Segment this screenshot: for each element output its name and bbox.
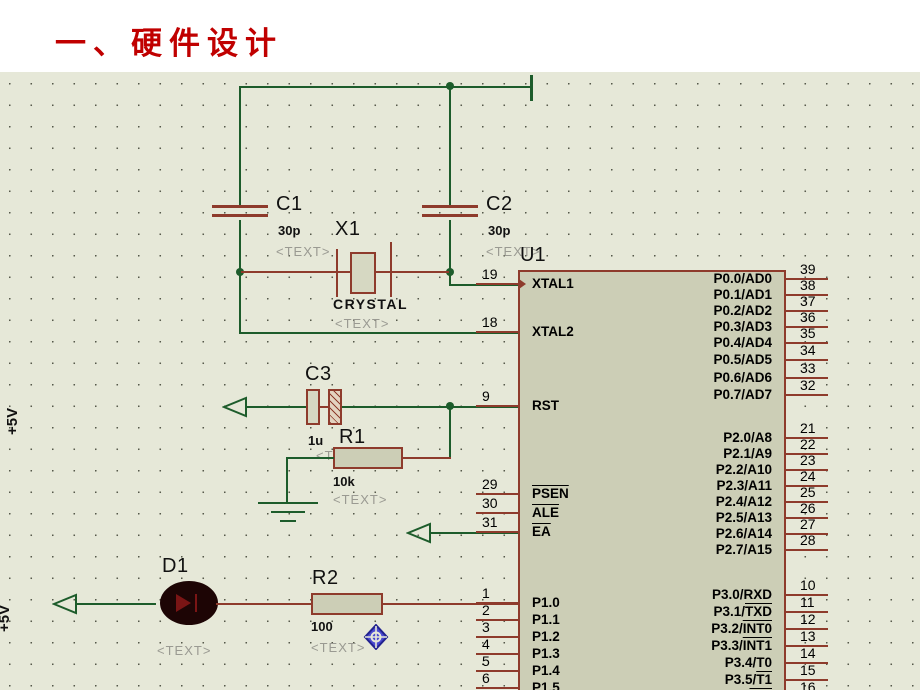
ic-pin-label-p25a13: P2.5/A13 (715, 510, 772, 525)
ic-pin-number-21: 21 (800, 420, 816, 436)
ic-pin-label-p27a15: P2.7/A15 (715, 542, 772, 557)
ic-pin-label-p04ad4: P0.4/AD4 (713, 335, 772, 350)
ic-pin-label-p26a14: P2.6/A14 (715, 526, 772, 541)
label-d1-reference: D1 (162, 555, 189, 577)
ic-pin-number-26: 26 (800, 500, 816, 516)
wire-top-terminal (450, 86, 530, 88)
ic-pin-label-p22a10: P2.2/A10 (715, 462, 772, 477)
ic-pin-label-p00ad0: P0.0/AD0 (713, 271, 772, 286)
ic-pin-number-15: 15 (800, 662, 816, 678)
c2-plate-top (422, 205, 478, 208)
ic-pin-label-p01ad1: P0.1/AD1 (713, 287, 772, 302)
ic-pin-number-35: 35 (800, 325, 816, 341)
ic-pin-number-27: 27 (800, 516, 816, 532)
ic-pin-label-p33int1: P3.3/INT1 (711, 638, 772, 653)
capacitor-c2[interactable] (422, 205, 478, 221)
ic-pin-number-16: 16 (800, 679, 816, 690)
schematic-canvas[interactable]: C1 30p <TEXT> C2 30p <TEXT> X1 CRYSTAL <… (0, 72, 920, 690)
ic-pin-number-14: 14 (800, 645, 816, 661)
ic-pin-label-p30rxd: P3.0/RXD (711, 587, 772, 602)
ic-pin-number-25: 25 (800, 484, 816, 500)
page-title: 一、硬件设计 (55, 26, 283, 62)
ic-pin-number-23: 23 (800, 452, 816, 468)
ic-reference-label: U1 (520, 244, 546, 266)
ic-pin-number-33: 33 (800, 360, 816, 376)
label-c2-value: 30p (488, 223, 511, 238)
wire-rst-supply (246, 406, 306, 408)
ic-pin-number-37: 37 (800, 293, 816, 309)
lead-c3-gap (318, 406, 330, 408)
ic-pin-number-24: 24 (800, 468, 816, 484)
ic-pin-label-p06ad6: P0.6/AD6 (713, 370, 772, 385)
ic-pin-label-p03ad3: P0.3/AD3 (713, 319, 772, 334)
ic-pin-stub-9 (476, 405, 518, 407)
slide-page: 一、硬件设计 C1 30p <TEXT> C2 30p <TEXT> X1 CR… (0, 0, 920, 690)
ic-pin-number-13: 13 (800, 628, 816, 644)
ic-pin-label-p21a9: P2.1/A9 (723, 446, 772, 461)
label-c1-value: 30p (278, 223, 301, 238)
wire-c3-to-node (342, 406, 452, 408)
power-terminal-bar-icon (530, 75, 533, 101)
label-c2-reference: C2 (486, 193, 513, 215)
ic-pin-number-11: 11 (800, 594, 815, 610)
ic-pin-number-32: 32 (800, 377, 816, 393)
label-r2-reference: R2 (312, 567, 339, 589)
c1-plate-bottom (212, 214, 268, 217)
wire-c2-top (449, 86, 451, 206)
ic-pin-number-12: 12 (800, 611, 816, 627)
ic-pin-label-p20a8: P2.0/A8 (723, 430, 772, 445)
ic-pin-number-34: 34 (800, 342, 816, 358)
ic-pin-stub-28 (786, 549, 828, 551)
ic-pin-number-22: 22 (800, 436, 816, 452)
ic-pin-label-p23a11: P2.3/A11 (716, 478, 772, 493)
label-x1-reference: X1 (335, 218, 361, 240)
ic-pin-label-p24a12: P2.4/A12 (715, 494, 772, 509)
slide-title-bar: 一、硬件设计 (0, 0, 920, 72)
ic-pin-label-p32int0: P3.2/INT0 (711, 621, 772, 636)
ic-pin-label-p05ad5: P0.5/AD5 (713, 352, 772, 367)
ic-pin-label-p07ad7: P0.7/AD7 (713, 387, 772, 402)
ic-pin-number-28: 28 (800, 532, 816, 548)
ic-pin-number-10: 10 (800, 577, 816, 593)
c1-plate-top (212, 205, 268, 208)
ic-pin-label-p02ad2: P0.2/AD2 (713, 303, 772, 318)
capacitor-c1[interactable] (212, 205, 268, 221)
ic-pin-label-p34t0: P3.4/T0 (724, 655, 772, 670)
label-c1-text: <TEXT> (276, 244, 331, 259)
ic-pin-number-39: 39 (800, 261, 816, 277)
ic-pin-label-p31txd: P3.1/TXD (713, 604, 772, 619)
c2-plate-bottom (422, 214, 478, 217)
wire-c1-top (239, 86, 241, 206)
ic-pin-number-38: 38 (800, 277, 816, 293)
ic-pin-number-36: 36 (800, 309, 816, 325)
label-c1-reference: C1 (276, 193, 303, 215)
ic-pin-stub-32 (786, 394, 828, 396)
ic-pin-label-p35t1: P3.5/T1 (724, 672, 772, 687)
